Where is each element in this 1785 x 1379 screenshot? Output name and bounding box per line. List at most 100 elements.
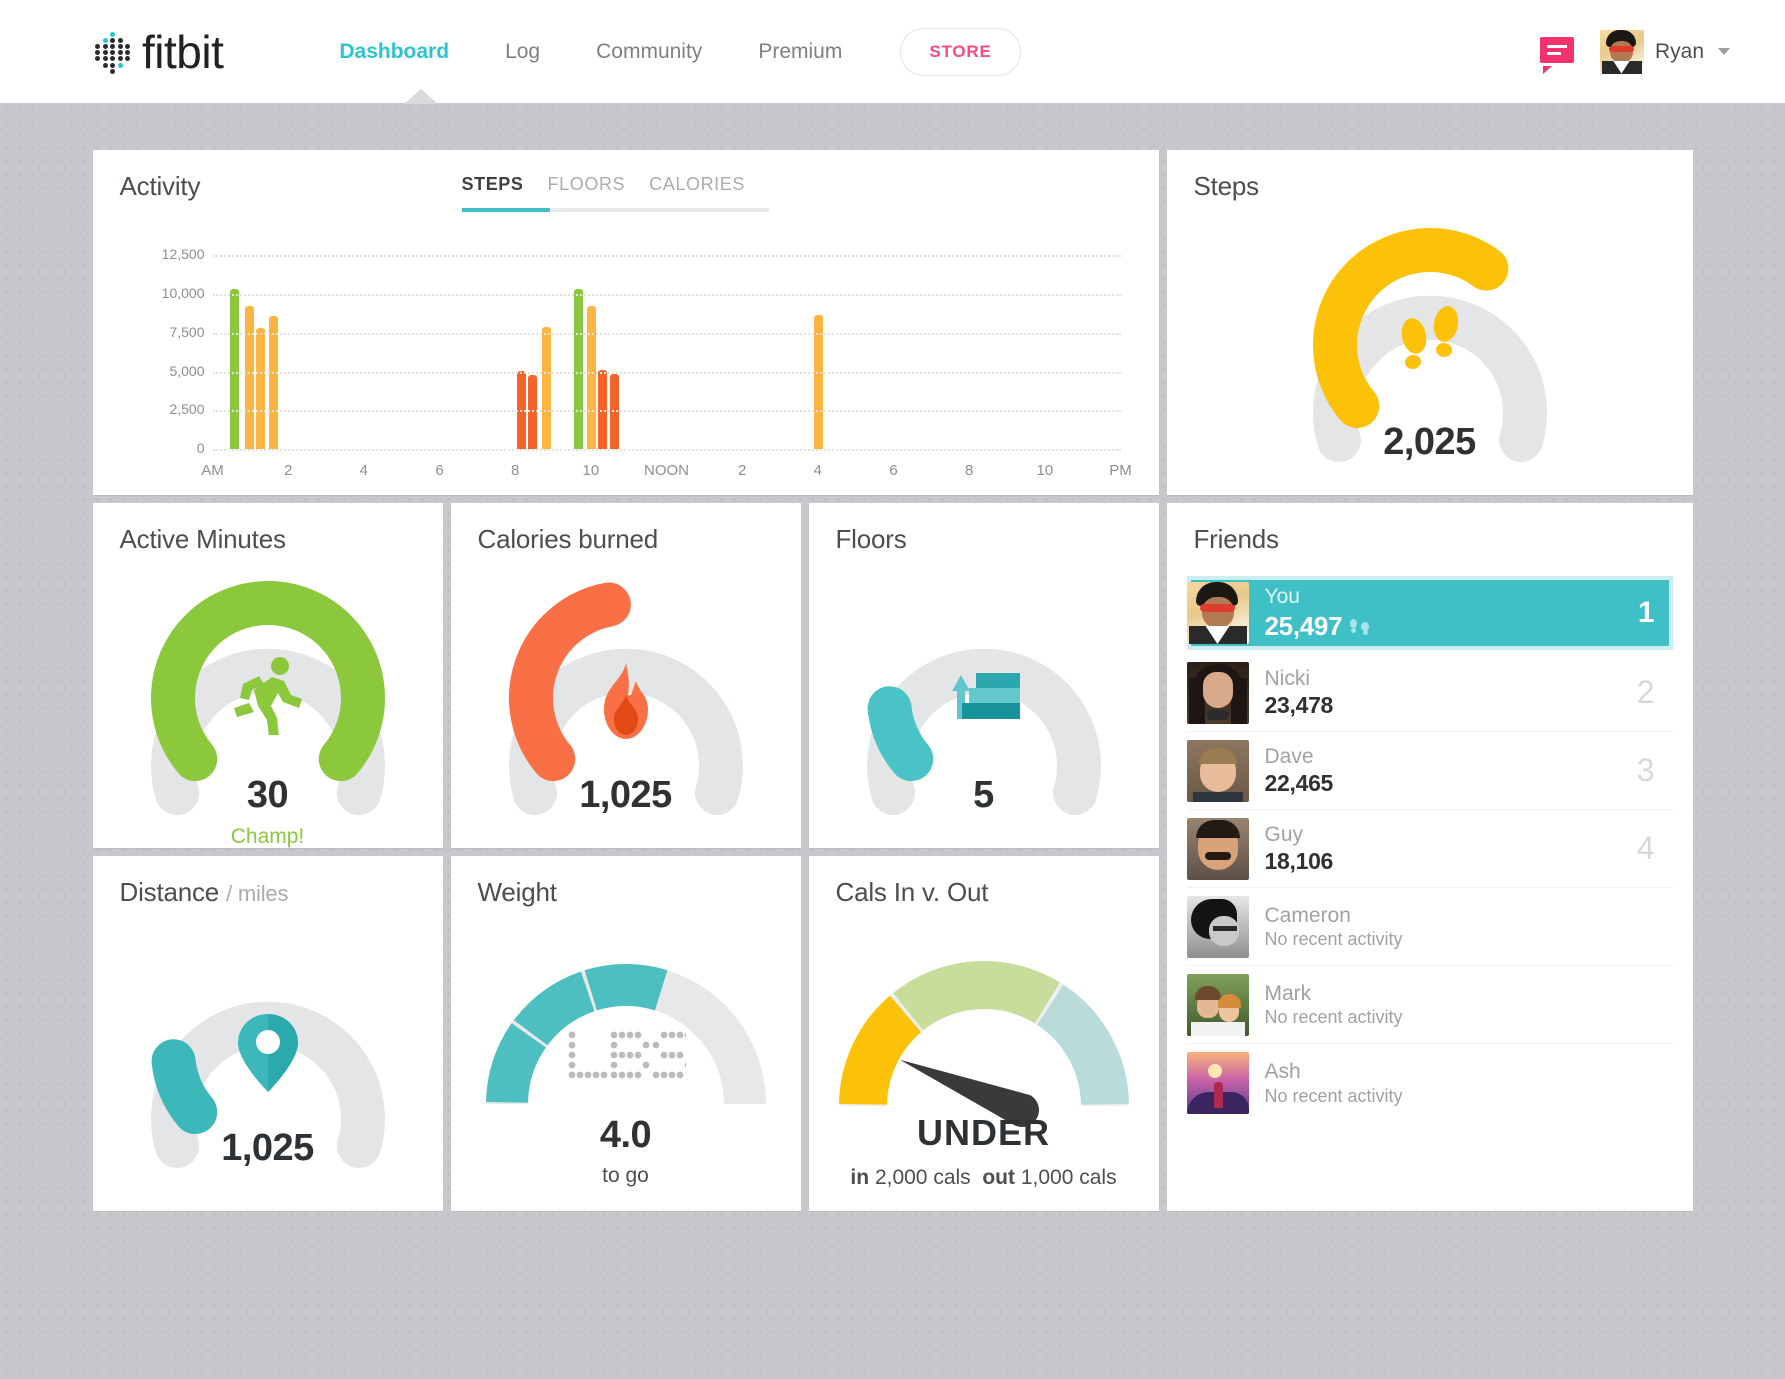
top-right-controls: Ryan <box>1539 29 1730 74</box>
card-active-minutes: Active Minutes 30 Champ! <box>92 503 443 848</box>
chart-y-tick: 12,500 <box>161 246 205 263</box>
store-button[interactable]: STORE <box>900 27 1021 76</box>
lbs-dot <box>618 1051 625 1059</box>
chart-x-tick: 2 <box>283 462 293 479</box>
flame-icon <box>592 661 660 746</box>
lbs-dot <box>676 1031 683 1039</box>
card-calories-burned: Calories burned 1,025 <box>450 503 801 848</box>
avatar <box>1186 582 1249 644</box>
chart-bar <box>269 315 279 449</box>
chart-x-tick: PM <box>1109 462 1132 479</box>
tab-underline-track <box>461 208 769 212</box>
lbs-dot <box>668 1071 675 1079</box>
cals-in-value: 2,000 cals <box>874 1166 971 1189</box>
friend-rank: 2 <box>1636 674 1655 710</box>
brand-name: fitbit <box>142 25 224 78</box>
card-title-friends: Friends <box>1193 524 1279 554</box>
friend-row[interactable]: Cameron No recent activity <box>1186 888 1673 966</box>
cals-zone-under <box>838 995 922 1106</box>
chart-y-tick: 2,500 <box>169 401 205 418</box>
friends-list: You 25,497 1 Nicki 23,478 2 Dave 22,465 3 Guy 18,1… <box>1186 576 1673 1122</box>
floors-value: 5 <box>973 774 994 816</box>
lbs-dot <box>610 1031 617 1039</box>
active-tab-pointer <box>404 89 438 104</box>
lbs-dot <box>660 1071 667 1079</box>
card-weight: Weight 4.0 to go <box>450 856 801 1211</box>
lbs-dot <box>600 1071 607 1079</box>
card-activity: Activity STEPS FLOORS CALORIES 0 2,500 5,0… <box>92 150 1159 495</box>
chart-x-tick: AM <box>201 462 224 479</box>
lbs-dot <box>684 1031 691 1039</box>
lbs-dot <box>618 1071 625 1079</box>
friend-row[interactable]: Ash No recent activity <box>1186 1044 1673 1122</box>
weight-gauge: 4.0 to go <box>451 856 801 1211</box>
nav-item-log[interactable]: Log <box>477 40 568 64</box>
avatar <box>1186 973 1249 1036</box>
lbs-dot <box>568 1071 575 1079</box>
friend-row[interactable]: Dave 22,465 3 <box>1186 732 1673 810</box>
chart-y-axis-labels: 0 2,500 5,000 7,500 10,000 12,500 <box>135 227 205 456</box>
chart-bar <box>587 306 597 449</box>
avatar <box>1186 739 1249 802</box>
friend-row[interactable]: Guy 18,106 4 <box>1186 810 1673 888</box>
chart-x-tick: 8 <box>964 462 974 479</box>
lbs-dot <box>676 1071 683 1079</box>
chart-gridline <box>212 371 1121 374</box>
lbs-dot <box>626 1051 633 1059</box>
active-minutes-value: 30 <box>246 774 289 816</box>
lbs-dot <box>568 1041 575 1049</box>
lbs-dot <box>634 1051 641 1059</box>
friend-row[interactable]: Mark No recent activity <box>1186 966 1673 1044</box>
nav-item-dashboard[interactable]: Dashboard <box>311 40 477 64</box>
active-minutes-gauge: 30 Champ! <box>93 503 443 848</box>
chart-bar <box>814 315 824 449</box>
chart-x-tick: 4 <box>359 462 368 479</box>
chart-bar <box>229 289 239 449</box>
chart-bar <box>573 289 583 449</box>
weight-lbs-display <box>566 1029 691 1090</box>
friend-steps: 18,106 <box>1264 848 1334 875</box>
card-floors: Floors 5 <box>808 503 1159 848</box>
chart-y-tick: 0 <box>196 440 205 456</box>
friend-name: Dave <box>1264 744 1314 768</box>
card-steps: Steps 2,025 <box>1166 150 1693 495</box>
lbs-dot <box>626 1031 633 1039</box>
lbs-dot <box>634 1071 641 1079</box>
lbs-dot <box>592 1071 599 1079</box>
card-distance: Distance / miles 1,025 <box>92 856 443 1211</box>
friend-row[interactable]: You 25,497 1 <box>1186 576 1673 650</box>
nav-item-premium[interactable]: Premium <box>730 40 870 64</box>
activity-tabs: STEPS FLOORS CALORIES <box>461 174 769 212</box>
user-name: Ryan <box>1654 39 1704 63</box>
friend-info: Cameron No recent activity <box>1265 903 1655 950</box>
cals-out-value: 1,000 cals <box>1020 1166 1117 1189</box>
friend-steps: 22,465 <box>1264 770 1334 797</box>
stairs-icon <box>938 657 1030 738</box>
distance-gauge: 1,025 <box>93 856 443 1211</box>
map-pin-icon <box>235 1012 301 1099</box>
tab-steps[interactable]: STEPS <box>462 174 524 208</box>
friend-info: You 25,497 <box>1265 584 1638 641</box>
avatar <box>1186 895 1249 958</box>
message-icon[interactable] <box>1539 36 1574 74</box>
tab-calories[interactable]: CALORIES <box>649 174 745 208</box>
friend-info: Dave 22,465 <box>1265 744 1637 797</box>
chart-bar <box>256 328 265 449</box>
user-menu[interactable]: Ryan <box>1599 29 1730 74</box>
friend-row[interactable]: Nicki 23,478 2 <box>1186 654 1673 732</box>
tab-floors[interactable]: FLOORS <box>548 174 626 208</box>
lbs-dot <box>584 1071 591 1079</box>
lbs-dot <box>652 1071 659 1079</box>
distance-value: 1,025 <box>221 1127 314 1169</box>
chart-x-tick: 8 <box>510 462 520 479</box>
friend-name: Cameron <box>1264 903 1351 927</box>
footprints-icon <box>1392 302 1468 383</box>
lbs-dot <box>568 1061 575 1069</box>
lbs-dot <box>660 1051 667 1059</box>
lbs-dot <box>684 1061 691 1069</box>
nav-item-community[interactable]: Community <box>568 40 730 64</box>
card-title-activity: Activity <box>119 171 201 201</box>
dashboard-background: Activity STEPS FLOORS CALORIES 0 2,500 5,0… <box>0 103 1785 1379</box>
chart-x-axis-labels: AM 2 4 6 8 10 NOON 2 4 6 8 10 PM <box>201 449 1132 489</box>
fitbit-logo[interactable]: fitbit <box>95 25 224 79</box>
